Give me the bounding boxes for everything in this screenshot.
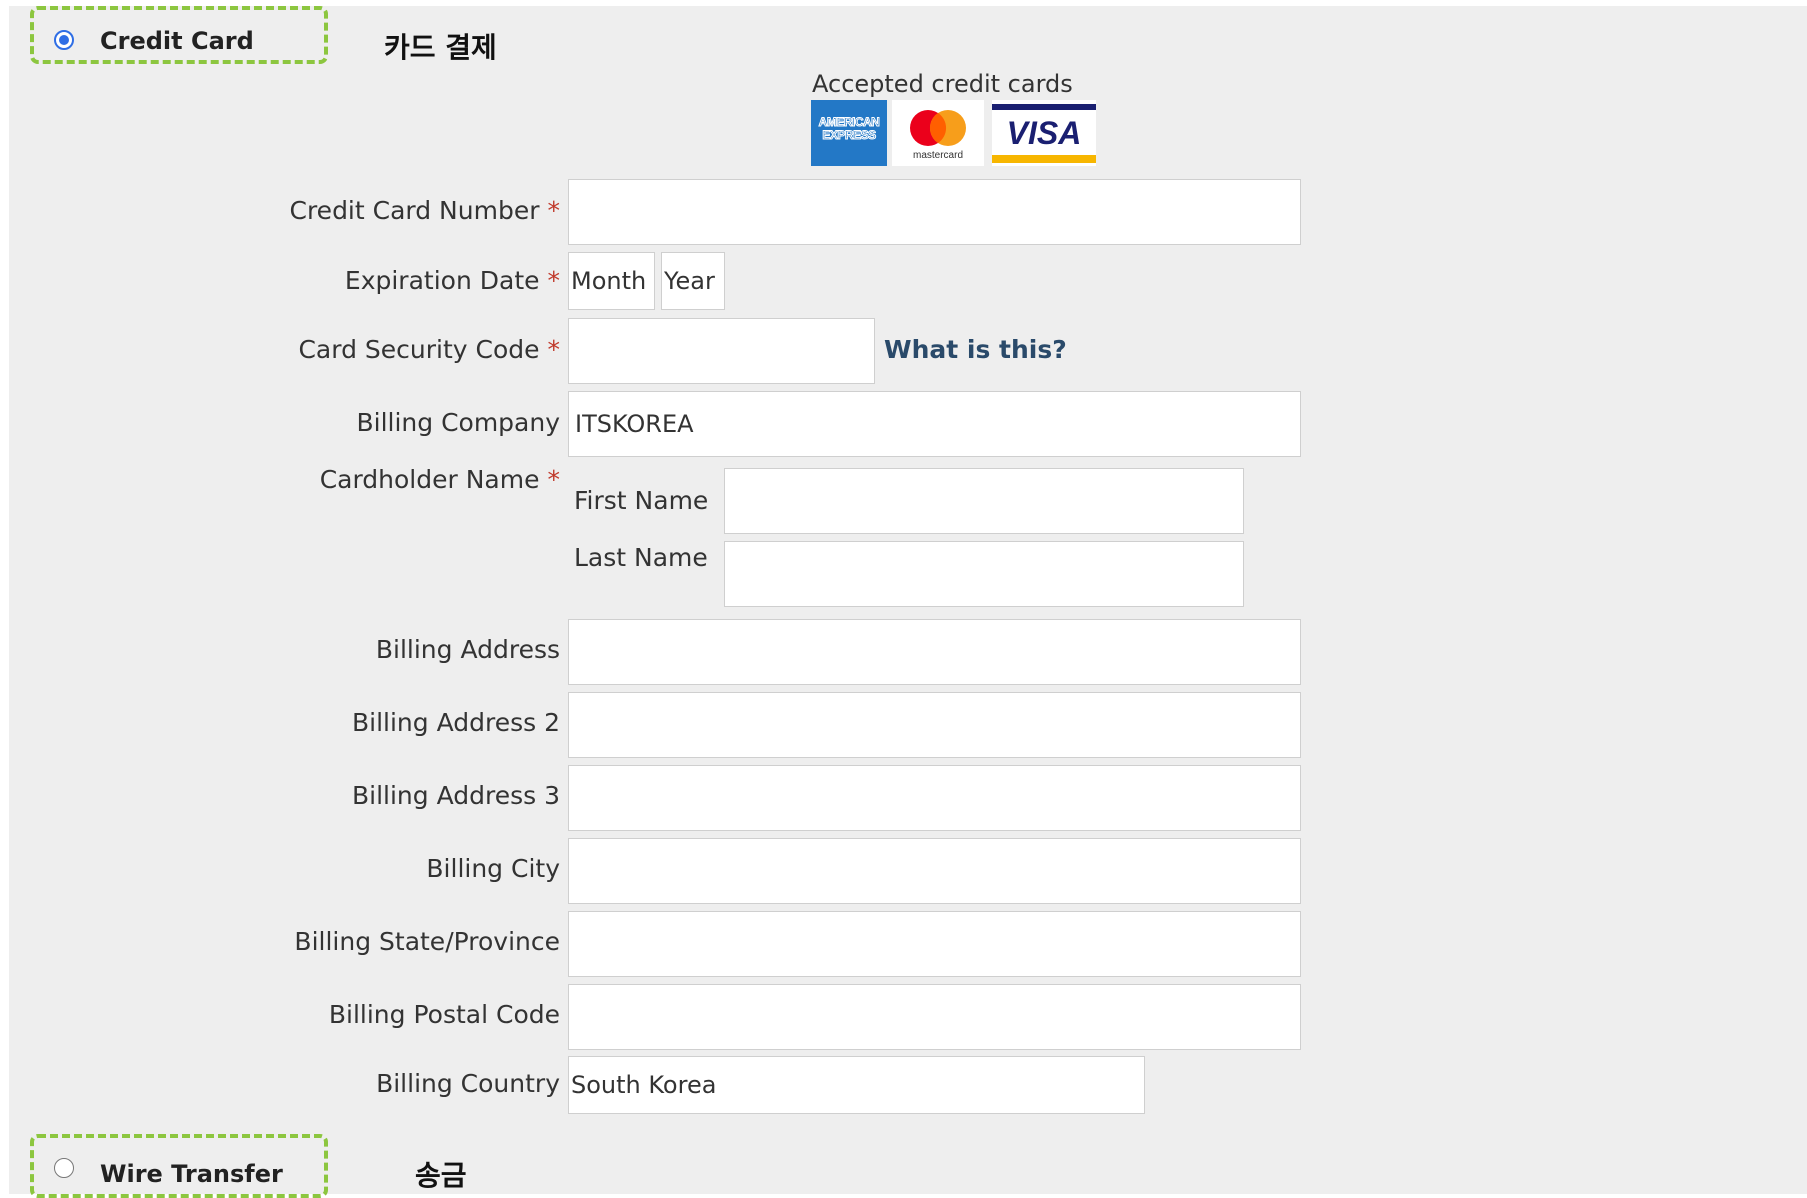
credit-card-method-highlight[interactable]: Credit Card xyxy=(30,6,328,64)
first-name-input[interactable] xyxy=(724,468,1244,534)
last-name-label: Last Name xyxy=(574,543,708,572)
billing-postal-input[interactable] xyxy=(568,984,1301,1050)
mastercard-logo-text: mastercard xyxy=(913,150,963,161)
expiration-month-select[interactable]: Month xyxy=(568,252,655,310)
credit-card-method-label: Credit Card xyxy=(100,27,254,55)
wire-transfer-radio[interactable] xyxy=(54,1158,74,1178)
last-name-input[interactable] xyxy=(724,541,1244,607)
billing-company-label: Billing Company xyxy=(356,408,560,437)
mastercard-logo-graphic: mastercard xyxy=(910,110,966,161)
billing-city-label: Billing City xyxy=(426,854,560,883)
amex-logo-icon: AMERICAN EXPRESS xyxy=(811,100,887,166)
billing-address-2-input[interactable] xyxy=(568,692,1301,758)
amex-logo-text: AMERICAN EXPRESS xyxy=(818,115,880,142)
billing-state-input[interactable] xyxy=(568,911,1301,977)
required-mark: * xyxy=(547,196,561,225)
mastercard-logo-icon: mastercard xyxy=(892,100,984,166)
visa-logo-graphic: VISA xyxy=(992,104,1096,163)
billing-address-2-label: Billing Address 2 xyxy=(351,708,560,737)
billing-address-label: Billing Address xyxy=(375,635,560,664)
card-number-label: Credit Card Number * xyxy=(289,196,561,225)
required-mark: * xyxy=(547,266,561,295)
wire-transfer-method-label: Wire Transfer xyxy=(100,1160,283,1188)
credit-card-korean-note: 카드 결제 xyxy=(384,31,497,64)
billing-country-label: Billing Country xyxy=(376,1069,560,1098)
billing-city-input[interactable] xyxy=(568,838,1301,904)
billing-address-input[interactable] xyxy=(568,619,1301,685)
cardholder-name-label: Cardholder Name * xyxy=(319,465,561,494)
security-code-input[interactable] xyxy=(568,318,875,384)
accepted-cards-title: Accepted credit cards xyxy=(812,70,1073,98)
billing-postal-label: Billing Postal Code xyxy=(328,1000,560,1029)
billing-state-label: Billing State/Province xyxy=(294,927,560,956)
billing-address-3-label: Billing Address 3 xyxy=(351,781,560,810)
expiration-year-select[interactable]: Year xyxy=(661,252,725,310)
required-mark: * xyxy=(547,335,561,364)
security-code-label: Card Security Code * xyxy=(298,335,560,364)
expiration-date-label: Expiration Date * xyxy=(344,266,561,295)
credit-card-radio[interactable] xyxy=(54,30,74,50)
billing-address-3-input[interactable] xyxy=(568,765,1301,831)
what-is-this-link[interactable]: What is this? xyxy=(884,335,1067,364)
card-number-input[interactable] xyxy=(568,179,1301,245)
billing-company-input[interactable] xyxy=(568,391,1301,457)
billing-country-select[interactable]: South Korea xyxy=(568,1056,1145,1114)
visa-logo-icon: VISA xyxy=(992,100,1096,166)
wire-transfer-method-highlight[interactable]: Wire Transfer xyxy=(30,1134,328,1198)
required-mark: * xyxy=(547,465,561,494)
first-name-label: First Name xyxy=(574,486,709,515)
visa-logo-text: VISA xyxy=(1007,115,1082,151)
wire-transfer-korean-note: 송금 xyxy=(415,1159,467,1192)
